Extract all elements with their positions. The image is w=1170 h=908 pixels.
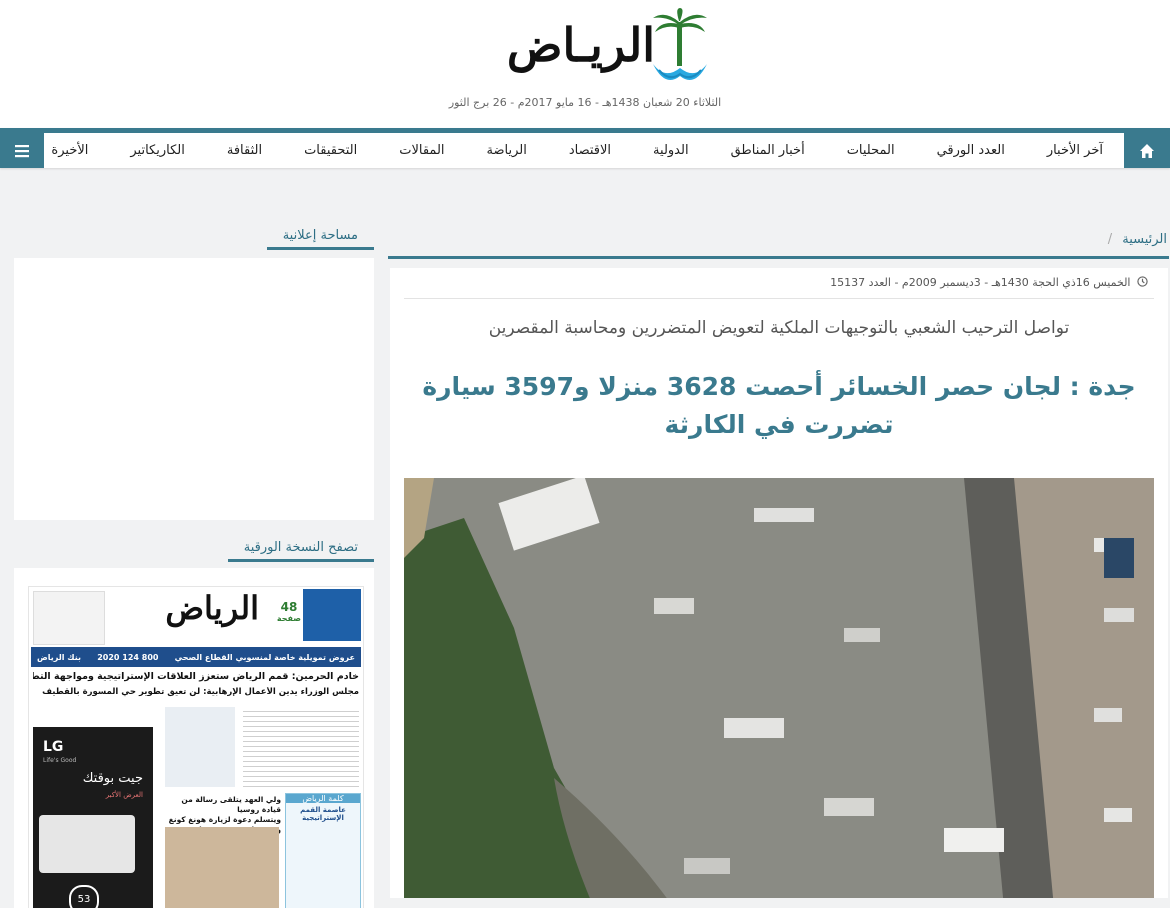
paper-text-columns bbox=[243, 707, 359, 787]
nav-item-sports[interactable]: الرياضة bbox=[466, 143, 548, 158]
nav-item-caricature[interactable]: الكاريكاتير bbox=[109, 143, 205, 158]
nav-item-local[interactable]: المحليات bbox=[826, 143, 916, 158]
paper-lg-tagline: Life's Good bbox=[43, 757, 77, 764]
paper-editorial-head: عاصمة القمم الإستراتيجية bbox=[300, 806, 346, 822]
paper-ac-unit bbox=[39, 815, 135, 873]
nav-items: آخر الأخبار العدد الورقي المحليات أخبار … bbox=[44, 133, 1124, 168]
paper-banner-text: عروض تمويلية خاصة لمنسوبي القطاع الصحي bbox=[174, 652, 355, 662]
ad-space[interactable] bbox=[14, 258, 374, 520]
paper-second-headline: مجلس الوزراء يدين الأعمال الإرهابية: لن … bbox=[42, 687, 359, 697]
hamburger-menu-icon bbox=[15, 144, 29, 157]
article-date: الخميس 16ذي الحجة 1430هـ - 3ديسمبر 2009م… bbox=[830, 276, 1131, 289]
paper-bank-name: بنك الرياض bbox=[37, 652, 82, 662]
nav-item-international[interactable]: الدولية bbox=[632, 143, 710, 158]
nav-item-culture[interactable]: الثقافة bbox=[206, 143, 283, 158]
breadcrumb: الرئيسية / bbox=[1108, 232, 1167, 247]
menu-button[interactable] bbox=[0, 133, 44, 168]
main-navbar: آخر الأخبار العدد الورقي المحليات أخبار … bbox=[0, 128, 1170, 168]
paper-page-count: 48 صفحة bbox=[277, 601, 301, 625]
nav-item-investigations[interactable]: التحقيقات bbox=[283, 143, 378, 158]
paper-promo-box bbox=[303, 589, 361, 641]
paper-logo: الرياض bbox=[165, 589, 259, 627]
nav-item-economy[interactable]: الاقتصاد bbox=[548, 143, 632, 158]
header-date: الثلاثاء 20 شعبان 1438هـ - 16 مايو 2017م… bbox=[448, 96, 722, 109]
article-subtitle: تواصل الترحيب الشعبي بالتوجيهات الملكية … bbox=[488, 318, 1070, 338]
paper-lg-sub: العرض الأكبر bbox=[105, 791, 143, 799]
palm-logo-icon bbox=[653, 8, 707, 80]
print-edition-preview[interactable]: الرياض 48 صفحة عروض تمويلية خاصة لمنسوبي… bbox=[14, 568, 374, 908]
article-headline: جدة : لجان حصر الخسائر أحصت 3628 منزلا و… bbox=[422, 372, 1136, 439]
paper-lg-slogan: جيت بوقتك bbox=[82, 771, 143, 786]
paper-king-photo bbox=[165, 707, 235, 787]
paper-story-line1: ولي العهد يتلقى رسالة من قيادة روسيا bbox=[181, 795, 281, 814]
home-icon bbox=[1140, 143, 1154, 158]
article-card: الخميس 16ذي الحجة 1430هـ - 3ديسمبر 2009م… bbox=[390, 268, 1168, 898]
home-button[interactable] bbox=[1124, 133, 1170, 168]
article-meta: الخميس 16ذي الحجة 1430هـ - 3ديسمبر 2009م… bbox=[830, 276, 1148, 289]
paper-page-label: صفحة bbox=[276, 614, 301, 623]
nav-item-latest-news[interactable]: آخر الأخبار bbox=[1026, 143, 1124, 158]
paper-lg-logo: LG bbox=[43, 739, 64, 755]
meta-divider bbox=[404, 298, 1154, 299]
paper-page-number: 48 bbox=[280, 600, 298, 614]
paper-lead-headline: خادم الحرمين: قمم الرياض ستعزز العلاقات … bbox=[33, 671, 359, 682]
clock-icon bbox=[1137, 276, 1148, 287]
paper-bank-banner: عروض تمويلية خاصة لمنسوبي القطاع الصحي 8… bbox=[31, 647, 361, 667]
paper-bank-phone: 800 124 2020 bbox=[97, 652, 159, 662]
article-photo[interactable] bbox=[404, 478, 1154, 898]
print-edition-title: تصفح النسخة الورقية bbox=[227, 540, 374, 562]
nav-item-print-edition[interactable]: العدد الورقي bbox=[916, 143, 1026, 158]
ad-section-title: مساحة إعلانية bbox=[266, 228, 374, 250]
breadcrumb-separator: / bbox=[1107, 232, 1113, 247]
paper-editorial-box: كلمة الرياض عاصمة القمم الإستراتيجية bbox=[285, 793, 361, 908]
logo-text: الريـاض bbox=[506, 18, 655, 72]
nav-item-articles[interactable]: المقالات bbox=[378, 143, 465, 158]
paper-corner-ad bbox=[33, 591, 105, 645]
paper-lg-badge: 53 bbox=[69, 885, 99, 908]
paper-lg-ad: LG Life's Good جيت بوقتك العرض الأكبر 53 bbox=[33, 727, 153, 908]
nav-item-regions[interactable]: أخبار المناطق bbox=[710, 143, 826, 158]
newspaper-page: الرياض 48 صفحة عروض تمويلية خاصة لمنسوبي… bbox=[28, 586, 364, 908]
site-header: الريـاض الثلاثاء 20 شعبان 1438هـ - 16 ما… bbox=[0, 0, 1170, 128]
site-logo[interactable]: الريـاض bbox=[450, 8, 715, 88]
section-divider bbox=[388, 256, 1169, 259]
breadcrumb-home[interactable]: الرئيسية bbox=[1122, 232, 1167, 247]
paper-editorial-title: كلمة الرياض bbox=[286, 794, 360, 803]
